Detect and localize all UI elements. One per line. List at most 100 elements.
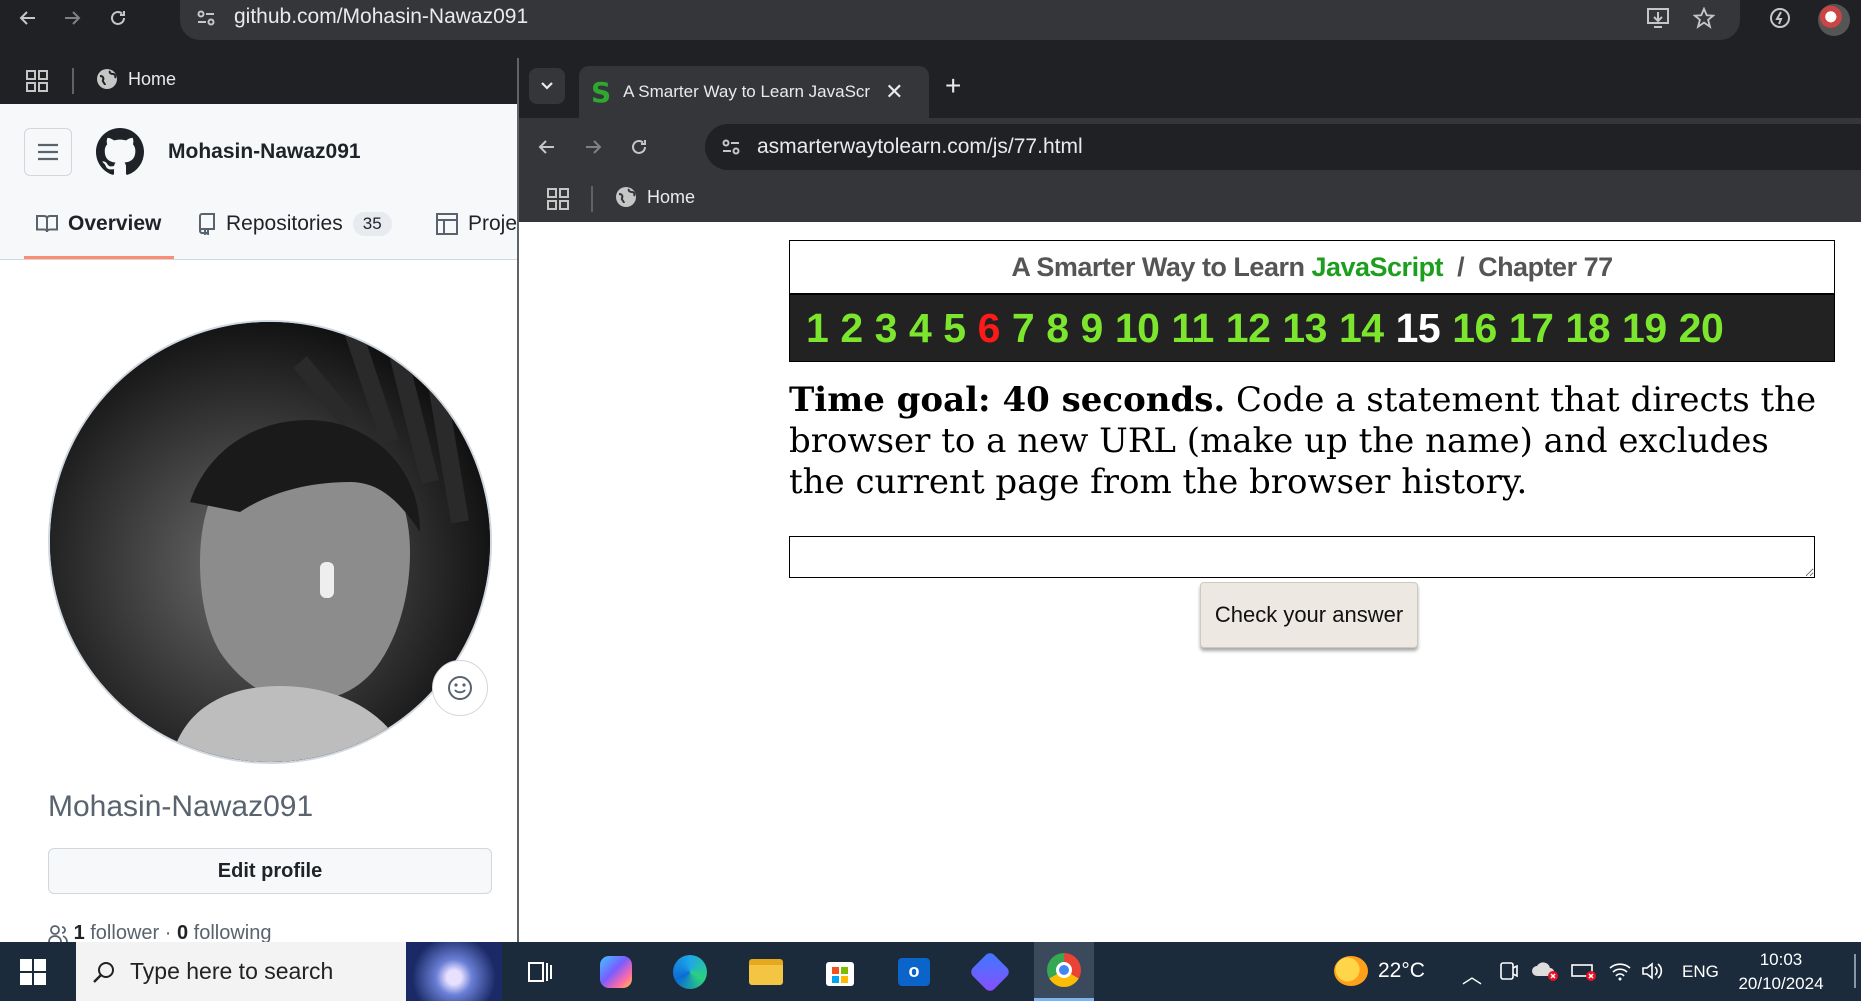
foreground-bookmarks-bar: Home [519, 176, 1861, 222]
check-answer-button[interactable]: Check your answer [1200, 582, 1418, 648]
back-arrow-icon[interactable] [10, 0, 46, 36]
chapter-link[interactable]: 14 [1339, 305, 1384, 352]
install-app-icon[interactable] [1640, 0, 1676, 36]
battery-warning-icon[interactable] [1570, 960, 1598, 982]
following-count[interactable]: 0 [177, 922, 188, 942]
chevron-up-icon[interactable]: ︿ [1462, 960, 1482, 989]
windows-start-icon[interactable] [20, 959, 46, 985]
tab-overview[interactable]: Overview [36, 212, 161, 236]
repo-icon [198, 213, 215, 235]
reload-icon[interactable] [621, 129, 657, 165]
close-tab-icon[interactable]: ✕ [885, 79, 903, 105]
bookmark-star-icon[interactable] [1686, 0, 1722, 36]
url-text[interactable]: github.com/Mohasin-Nawaz091 [234, 5, 528, 29]
exercise-question: Time goal: 40 seconds. Code a statement … [789, 380, 1835, 503]
outlook-icon[interactable]: o [884, 942, 944, 1001]
foreground-toolbar: asmarterwaytolearn.com/js/77.html [519, 118, 1861, 176]
wifi-icon[interactable] [1608, 960, 1632, 982]
weather-widget[interactable]: 22°C [1334, 956, 1425, 986]
tab-projects[interactable]: Proje [436, 212, 517, 236]
edit-profile-button[interactable]: Edit profile [48, 848, 492, 894]
chapter-link[interactable]: 18 [1565, 305, 1610, 352]
separator-dot: · [164, 922, 172, 942]
github-logo-icon[interactable] [96, 128, 144, 176]
chrome-icon[interactable] [1034, 942, 1094, 1001]
forward-arrow-icon[interactable] [575, 129, 611, 165]
github-profile-page: Mohasin-Nawaz091 Overview Repositories 3… [0, 104, 518, 942]
tab-overview-label: Overview [68, 212, 162, 235]
apps-grid-icon[interactable] [26, 70, 48, 92]
tab-repositories[interactable]: Repositories 35 [198, 212, 392, 236]
new-tab-plus-icon[interactable]: + [945, 70, 961, 102]
chapter-link[interactable]: 12 [1226, 305, 1271, 352]
chapter-link[interactable]: 2 [840, 305, 863, 352]
microsoft-store-icon[interactable] [810, 942, 870, 1001]
chapter-link-current[interactable]: 6 [978, 305, 1001, 352]
followers-link[interactable]: follower [90, 922, 159, 942]
language-indicator[interactable]: ENG [1682, 962, 1719, 982]
file-explorer-icon[interactable] [736, 942, 796, 1001]
chapter-link[interactable]: 11 [1171, 305, 1214, 352]
header-username[interactable]: Mohasin-Nawaz091 [168, 140, 361, 164]
tab-projects-label: Proje [468, 212, 518, 235]
set-status-button[interactable] [432, 660, 488, 716]
tab-search-button[interactable] [529, 68, 565, 104]
chapter-link[interactable]: 16 [1452, 305, 1497, 352]
onedrive-error-icon[interactable] [1532, 960, 1560, 982]
chapter-link[interactable]: 17 [1509, 305, 1554, 352]
following-link[interactable]: following [194, 922, 272, 942]
task-view-icon[interactable] [510, 942, 570, 1001]
chapter-link[interactable]: 9 [1081, 305, 1104, 352]
search-icon [93, 961, 114, 983]
clock[interactable]: 10:03 20/10/2024 [1726, 948, 1836, 996]
chapter-link[interactable]: 8 [1046, 305, 1069, 352]
taskbar-search-box[interactable]: Type here to search [76, 942, 502, 1001]
site-info-icon[interactable] [719, 135, 743, 159]
bookmark-home[interactable]: Home [96, 68, 176, 90]
address-bar[interactable]: asmarterwaytolearn.com/js/77.html [705, 124, 1861, 170]
header-prefix: A Smarter Way to Learn [1011, 251, 1312, 282]
edge-icon[interactable] [660, 942, 720, 1001]
github-header: Mohasin-Nawaz091 Overview Repositories 3… [0, 104, 518, 260]
back-arrow-icon[interactable] [529, 129, 565, 165]
chapter-link[interactable]: 4 [909, 305, 932, 352]
people-icon [48, 924, 68, 942]
smiley-icon [448, 676, 472, 700]
show-desktop-button[interactable] [1854, 954, 1856, 988]
header-javascript[interactable]: JavaScript [1311, 252, 1443, 283]
active-tab-indicator [24, 256, 174, 259]
tab-repositories-label: Repositories [226, 212, 343, 235]
chapter-link-visited[interactable]: 15 [1396, 305, 1441, 352]
search-highlight-icon[interactable] [406, 942, 502, 1001]
windows-taskbar: Type here to search o 22°C ︿ ENG 10:03 2… [0, 942, 1861, 1001]
active-tab[interactable]: S A Smarter Way to Learn JavaScr ✕ [579, 66, 929, 118]
chapter-link[interactable]: 20 [1679, 305, 1724, 352]
reload-icon[interactable] [100, 0, 136, 36]
chapter-link[interactable]: 5 [943, 305, 966, 352]
address-bar[interactable]: github.com/Mohasin-Nawaz091 [180, 0, 1740, 40]
clock-date: 20/10/2024 [1738, 974, 1824, 993]
weather-sun-icon [1334, 956, 1368, 986]
hamburger-menu-button[interactable] [24, 128, 72, 176]
volume-icon[interactable] [1640, 960, 1664, 982]
chapter-link[interactable]: 3 [875, 305, 898, 352]
chapter-link[interactable]: 1 [806, 305, 829, 352]
site-info-icon[interactable] [194, 6, 218, 30]
bookmark-home[interactable]: Home [615, 186, 695, 208]
meet-now-icon[interactable] [1498, 960, 1518, 982]
chapter-link[interactable]: 19 [1622, 305, 1667, 352]
chapter-link[interactable]: 10 [1115, 305, 1160, 352]
followers-count[interactable]: 1 [74, 922, 85, 942]
power-automate-icon[interactable] [960, 942, 1020, 1001]
divider [72, 68, 74, 94]
profile-avatar[interactable] [1818, 4, 1850, 36]
apps-grid-icon[interactable] [547, 188, 569, 210]
chapter-link[interactable]: 13 [1282, 305, 1327, 352]
chapter-link[interactable]: 7 [1012, 305, 1035, 352]
forward-arrow-icon[interactable] [54, 0, 90, 36]
answer-textarea[interactable] [789, 536, 1815, 578]
header-chapter: / Chapter 77 [1443, 251, 1613, 282]
url-text[interactable]: asmarterwaytolearn.com/js/77.html [757, 135, 1083, 159]
extension-icon[interactable] [1762, 0, 1798, 36]
copilot-icon[interactable] [586, 942, 646, 1001]
